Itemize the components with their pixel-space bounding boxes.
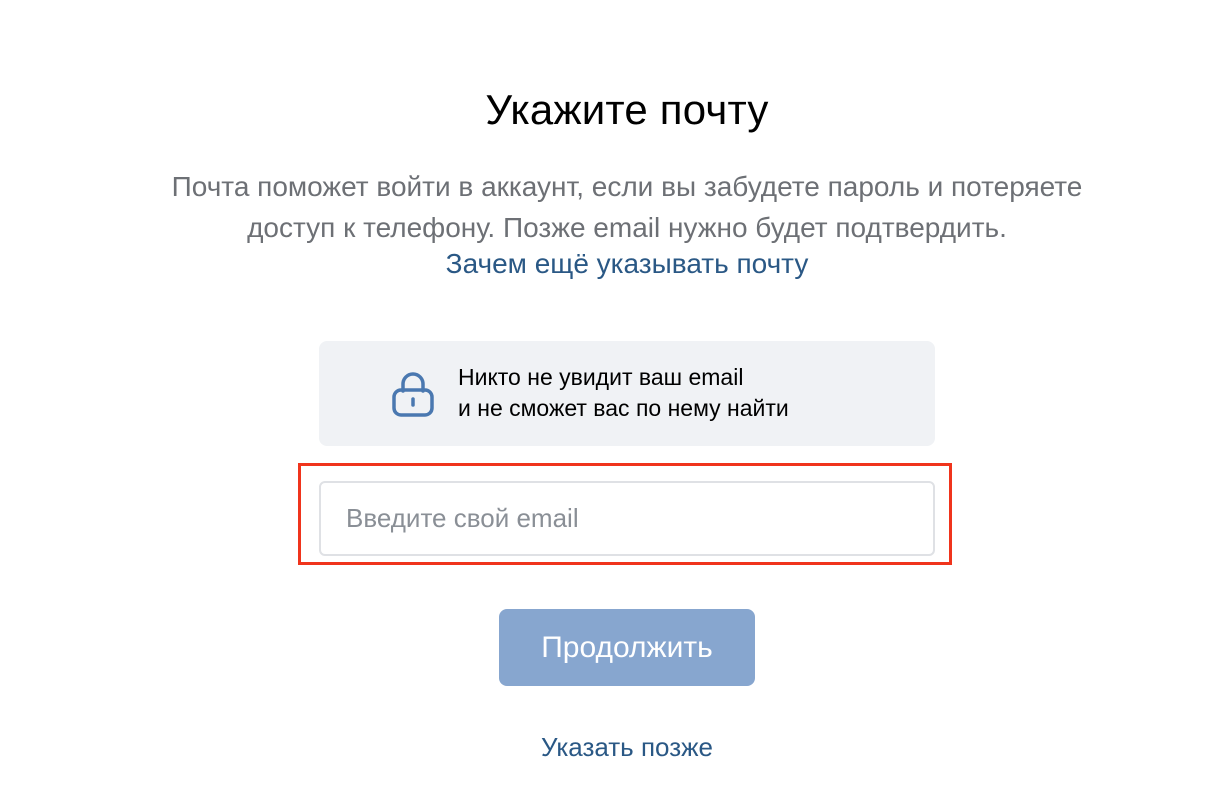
lock-icon (391, 371, 435, 417)
privacy-notice-line-1: Никто не увидит ваш email (458, 364, 744, 390)
email-input[interactable] (319, 481, 935, 556)
description-line-1: Почта поможет войти в аккаунт, если вы з… (171, 171, 1083, 202)
page-title: Укажите почту (485, 86, 769, 133)
privacy-notice-text: Никто не увидит ваш email и не сможет ва… (458, 362, 789, 424)
specify-later-link[interactable]: Указать позже (0, 727, 1231, 767)
privacy-notice-line-2: и не сможет вас по нему найти (458, 395, 789, 421)
email-setup-page: Укажите почту Почта поможет войти в акка… (0, 0, 1231, 793)
why-email-link[interactable]: Зачем ещё указывать почту (0, 243, 1231, 284)
privacy-notice: Никто не увидит ваш email и не сможет ва… (319, 341, 935, 446)
description-line-2: доступ к телефону. Позже email нужно буд… (247, 212, 1007, 243)
page-description: Почта поможет войти в аккаунт, если вы з… (0, 166, 1231, 248)
continue-button[interactable]: Продолжить (499, 609, 755, 686)
